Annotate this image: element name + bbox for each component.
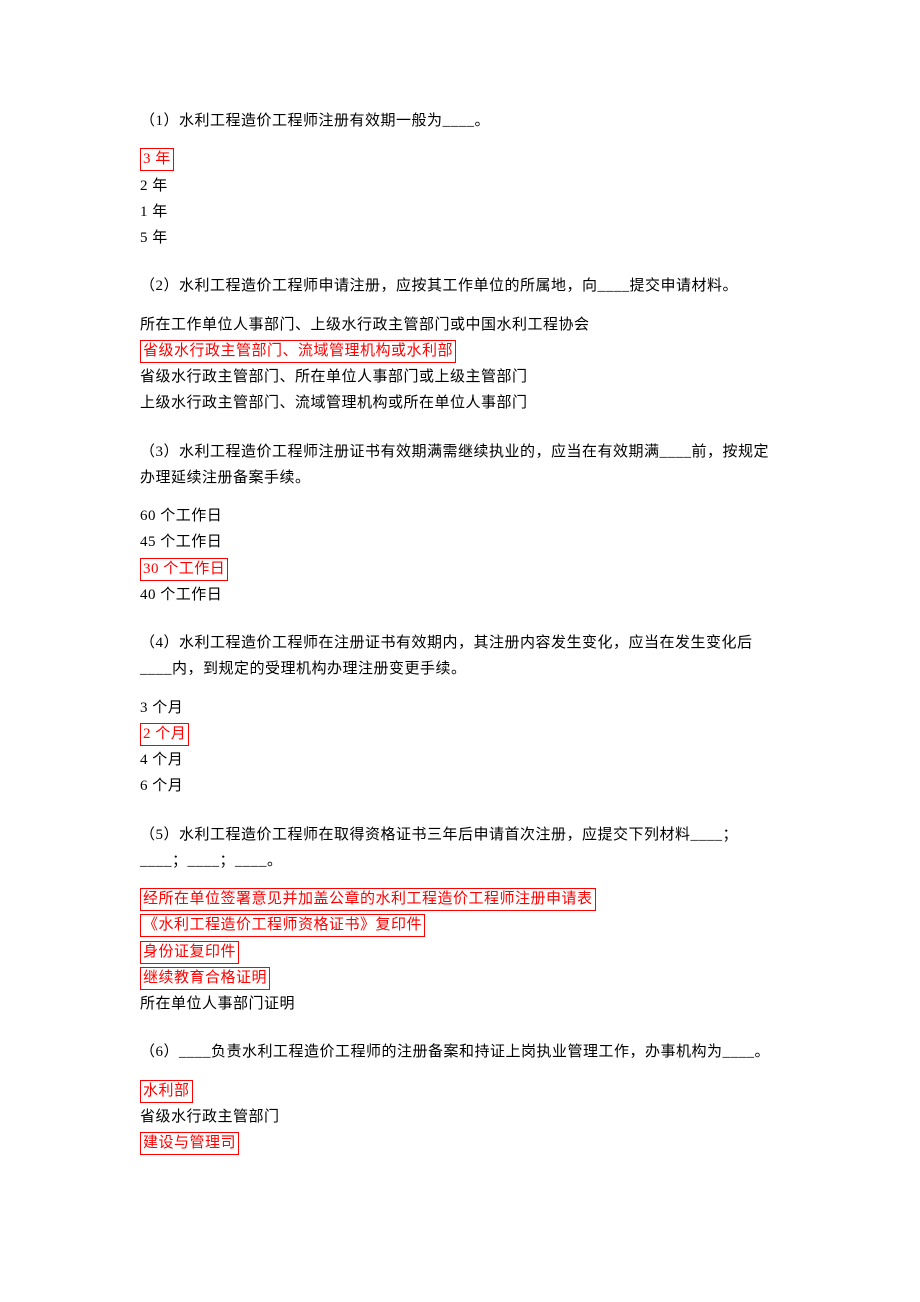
question-text: （4）水利工程造价工程师在注册证书有效期内，其注册内容发生变化，应当在发生变化后… [140, 630, 780, 683]
option-item: 30 个工作日 [140, 556, 780, 582]
answer-highlight: 30 个工作日 [140, 558, 228, 581]
option-item: 所在工作单位人事部门、上级水行政主管部门或中国水利工程协会 [140, 312, 780, 338]
answer-highlight: 省级水行政主管部门、流域管理机构或水利部 [140, 340, 456, 363]
options-list: 60 个工作日 45 个工作日 30 个工作日 40 个工作日 [140, 503, 780, 608]
question-text: （3）水利工程造价工程师注册证书有效期满需继续执业的，应当在有效期满____前，… [140, 439, 780, 492]
option-item: 省级水行政主管部门 [140, 1104, 780, 1130]
option-item: 60 个工作日 [140, 503, 780, 529]
option-item: 3 个月 [140, 695, 780, 721]
answer-highlight: 身份证复印件 [140, 941, 239, 964]
question-block: （2）水利工程造价工程师申请注册，应按其工作单位的所属地，向____提交申请材料… [140, 273, 780, 416]
answer-highlight: 水利部 [140, 1080, 193, 1103]
option-item: 6 个月 [140, 773, 780, 799]
option-item: 继续教育合格证明 [140, 965, 780, 991]
question-text: （5）水利工程造价工程师在取得资格证书三年后申请首次注册，应提交下列材料____… [140, 822, 780, 875]
option-item: 所在单位人事部门证明 [140, 991, 780, 1017]
question-block: （3）水利工程造价工程师注册证书有效期满需继续执业的，应当在有效期满____前，… [140, 439, 780, 609]
option-item: 省级水行政主管部门、所在单位人事部门或上级主管部门 [140, 364, 780, 390]
answer-highlight: 建设与管理司 [140, 1132, 239, 1155]
answer-highlight: 经所在单位签署意见并加盖公章的水利工程造价工程师注册申请表 [140, 888, 596, 911]
answer-highlight: 继续教育合格证明 [140, 967, 270, 990]
option-item: 上级水行政主管部门、流域管理机构或所在单位人事部门 [140, 390, 780, 416]
option-item: 省级水行政主管部门、流域管理机构或水利部 [140, 338, 780, 364]
option-item: 4 个月 [140, 747, 780, 773]
option-item: 身份证复印件 [140, 939, 780, 965]
option-item: 《水利工程造价工程师资格证书》复印件 [140, 912, 780, 938]
options-list: 所在工作单位人事部门、上级水行政主管部门或中国水利工程协会 省级水行政主管部门、… [140, 312, 780, 417]
question-block: （4）水利工程造价工程师在注册证书有效期内，其注册内容发生变化，应当在发生变化后… [140, 630, 780, 800]
options-list: 3 年 2 年 1 年 5 年 [140, 146, 780, 251]
question-block: （1）水利工程造价工程师注册有效期一般为____。 3 年 2 年 1 年 5 … [140, 108, 780, 251]
option-item: 2 个月 [140, 721, 780, 747]
option-item: 经所在单位签署意见并加盖公章的水利工程造价工程师注册申请表 [140, 886, 780, 912]
question-text: （6）____负责水利工程造价工程师的注册备案和持证上岗执业管理工作，办事机构为… [140, 1039, 780, 1065]
option-item: 建设与管理司 [140, 1130, 780, 1156]
answer-highlight: 2 个月 [140, 723, 189, 746]
answer-highlight: 3 年 [140, 148, 174, 171]
option-item: 1 年 [140, 199, 780, 225]
options-list: 经所在单位签署意见并加盖公章的水利工程造价工程师注册申请表 《水利工程造价工程师… [140, 886, 780, 1017]
option-item: 45 个工作日 [140, 529, 780, 555]
question-text: （2）水利工程造价工程师申请注册，应按其工作单位的所属地，向____提交申请材料… [140, 273, 780, 299]
question-block: （6）____负责水利工程造价工程师的注册备案和持证上岗执业管理工作，办事机构为… [140, 1039, 780, 1156]
question-block: （5）水利工程造价工程师在取得资格证书三年后申请首次注册，应提交下列材料____… [140, 822, 780, 1018]
option-item: 水利部 [140, 1078, 780, 1104]
option-item: 40 个工作日 [140, 582, 780, 608]
option-item: 3 年 [140, 146, 780, 172]
option-item: 2 年 [140, 173, 780, 199]
options-list: 水利部 省级水行政主管部门 建设与管理司 [140, 1078, 780, 1157]
question-text: （1）水利工程造价工程师注册有效期一般为____。 [140, 108, 780, 134]
answer-highlight: 《水利工程造价工程师资格证书》复印件 [140, 914, 425, 937]
options-list: 3 个月 2 个月 4 个月 6 个月 [140, 695, 780, 800]
option-item: 5 年 [140, 225, 780, 251]
